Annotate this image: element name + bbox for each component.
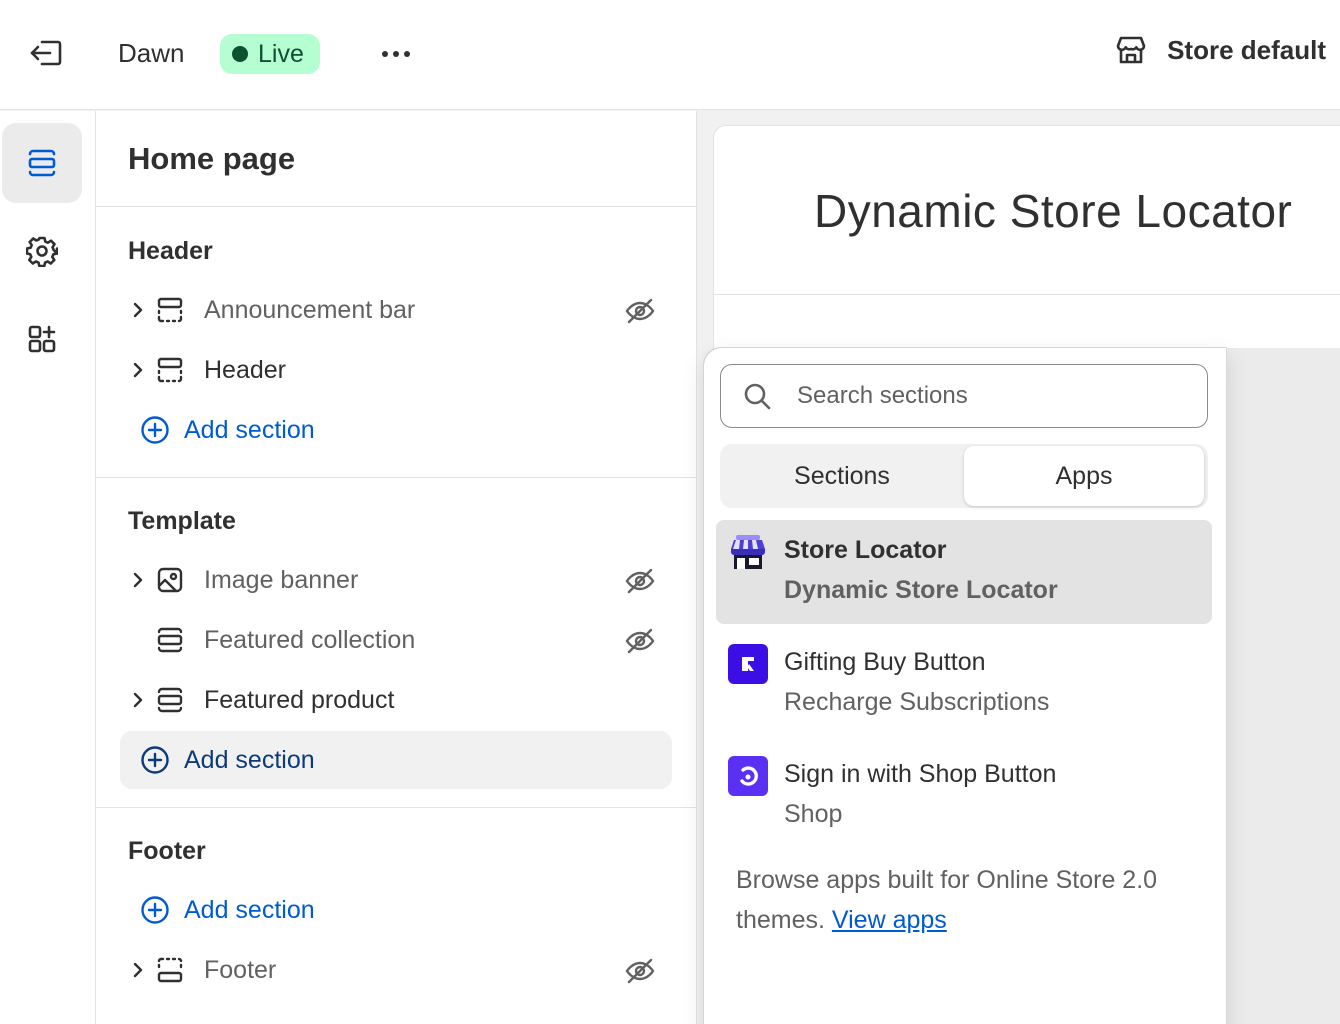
popover-tabs: Sections Apps bbox=[720, 444, 1208, 508]
app-name: Sign in with Shop Button bbox=[784, 760, 1057, 788]
tab-sections[interactable]: Sections bbox=[722, 446, 962, 506]
app-provider: Shop bbox=[784, 800, 843, 828]
app-provider: Dynamic Store Locator bbox=[784, 576, 1058, 604]
group-title-footer: Footer bbox=[128, 837, 206, 865]
store-locator-app-icon bbox=[728, 532, 768, 572]
search-icon bbox=[721, 381, 793, 411]
exit-button[interactable] bbox=[24, 34, 68, 72]
image-icon bbox=[156, 551, 196, 609]
theme-name: Dawn bbox=[118, 38, 185, 68]
sections-sidebar: Home page Header Announcement bar Header… bbox=[96, 111, 697, 1024]
hidden-eye-icon[interactable] bbox=[624, 565, 656, 597]
store-label: Store default bbox=[1167, 34, 1326, 65]
section-row-announcement-bar[interactable]: Announcement bar bbox=[120, 281, 672, 339]
rail-sections-button[interactable] bbox=[2, 123, 82, 203]
apps-icon bbox=[28, 325, 56, 353]
section-label: Featured product bbox=[204, 685, 395, 714]
section-row-image-banner[interactable]: Image banner bbox=[120, 551, 672, 609]
tab-apps[interactable]: Apps bbox=[964, 446, 1204, 506]
add-section-label: Add section bbox=[184, 745, 315, 774]
chevron-right-icon[interactable] bbox=[120, 551, 156, 609]
live-status-badge: Live bbox=[220, 34, 320, 74]
rail-apps-button[interactable] bbox=[2, 299, 82, 379]
footer-section-icon bbox=[156, 941, 196, 999]
sections-icon bbox=[28, 149, 56, 177]
preview-title: Dynamic Store Locator bbox=[814, 185, 1293, 237]
hidden-eye-icon[interactable] bbox=[624, 955, 656, 987]
add-section-popover: Sections Apps Store Locator Dynamic Stor… bbox=[704, 348, 1226, 1024]
add-section-header-button[interactable]: Add section bbox=[120, 401, 672, 459]
section-row-featured-collection[interactable]: Featured collection bbox=[120, 611, 672, 669]
hidden-eye-icon[interactable] bbox=[624, 295, 656, 327]
app-name: Gifting Buy Button bbox=[784, 648, 986, 676]
section-label: Image banner bbox=[204, 565, 359, 594]
rail-settings-button[interactable] bbox=[2, 211, 82, 291]
plus-circle-icon bbox=[141, 896, 169, 924]
chevron-right-icon[interactable] bbox=[120, 341, 156, 399]
shop-app-icon bbox=[728, 756, 768, 796]
live-dot-icon bbox=[232, 46, 248, 62]
section-row-header[interactable]: Header bbox=[120, 341, 672, 399]
group-title-template: Template bbox=[128, 507, 236, 535]
add-section-label: Add section bbox=[184, 895, 315, 924]
chevron-right-icon[interactable] bbox=[120, 281, 156, 339]
app-item-sign-in-with-shop[interactable]: Sign in with Shop Button Shop bbox=[716, 744, 1212, 848]
header-section-icon bbox=[156, 341, 196, 399]
add-section-label: Add section bbox=[184, 415, 315, 444]
view-apps-link[interactable]: View apps bbox=[832, 906, 947, 934]
divider bbox=[96, 807, 696, 808]
dot-icon bbox=[382, 51, 388, 57]
chevron-right-icon[interactable] bbox=[120, 941, 156, 999]
app-item-store-locator[interactable]: Store Locator Dynamic Store Locator bbox=[716, 520, 1212, 624]
live-status-label: Live bbox=[258, 39, 304, 68]
store-icon bbox=[1116, 36, 1146, 64]
section-label: Announcement bar bbox=[204, 295, 416, 324]
section-row-featured-product[interactable]: Featured product bbox=[120, 671, 672, 729]
section-label: Header bbox=[204, 355, 286, 384]
hidden-eye-icon[interactable] bbox=[624, 625, 656, 657]
header-section-icon bbox=[156, 281, 196, 339]
app-provider: Recharge Subscriptions bbox=[784, 688, 1050, 716]
plus-circle-icon bbox=[141, 416, 169, 444]
dot-icon bbox=[404, 51, 410, 57]
section-block-icon bbox=[156, 671, 196, 729]
preview-placeholder-block bbox=[1224, 348, 1340, 1024]
chevron-right-icon[interactable] bbox=[120, 671, 156, 729]
page-title: Home page bbox=[128, 141, 296, 176]
recharge-app-icon bbox=[728, 644, 768, 684]
section-row-footer[interactable]: Footer bbox=[120, 941, 672, 999]
section-label: Featured collection bbox=[204, 625, 416, 654]
section-label: Footer bbox=[204, 955, 277, 984]
gear-icon bbox=[26, 236, 58, 267]
group-title-header: Header bbox=[128, 237, 213, 265]
add-section-footer-button[interactable]: Add section bbox=[120, 881, 672, 939]
plus-circle-icon bbox=[141, 746, 169, 774]
divider bbox=[96, 206, 696, 207]
add-section-template-button[interactable]: Add section bbox=[120, 731, 672, 789]
app-item-gifting-buy-button[interactable]: Gifting Buy Button Recharge Subscription… bbox=[716, 632, 1212, 736]
divider bbox=[96, 477, 696, 478]
dot-icon bbox=[393, 51, 399, 57]
app-name: Store Locator bbox=[784, 536, 947, 564]
exit-icon bbox=[30, 40, 62, 66]
search-input[interactable] bbox=[797, 382, 1177, 410]
browse-apps-note: Browse apps built for Online Store 2.0 t… bbox=[736, 860, 1186, 940]
store-selector[interactable]: Store default bbox=[1115, 34, 1326, 66]
section-block-icon bbox=[156, 611, 196, 669]
search-field[interactable] bbox=[720, 364, 1208, 428]
more-actions-button[interactable] bbox=[372, 36, 420, 72]
top-bar: Dawn Live Store default bbox=[0, 0, 1340, 110]
preview-divider bbox=[714, 294, 1340, 295]
left-rail bbox=[0, 111, 96, 1024]
